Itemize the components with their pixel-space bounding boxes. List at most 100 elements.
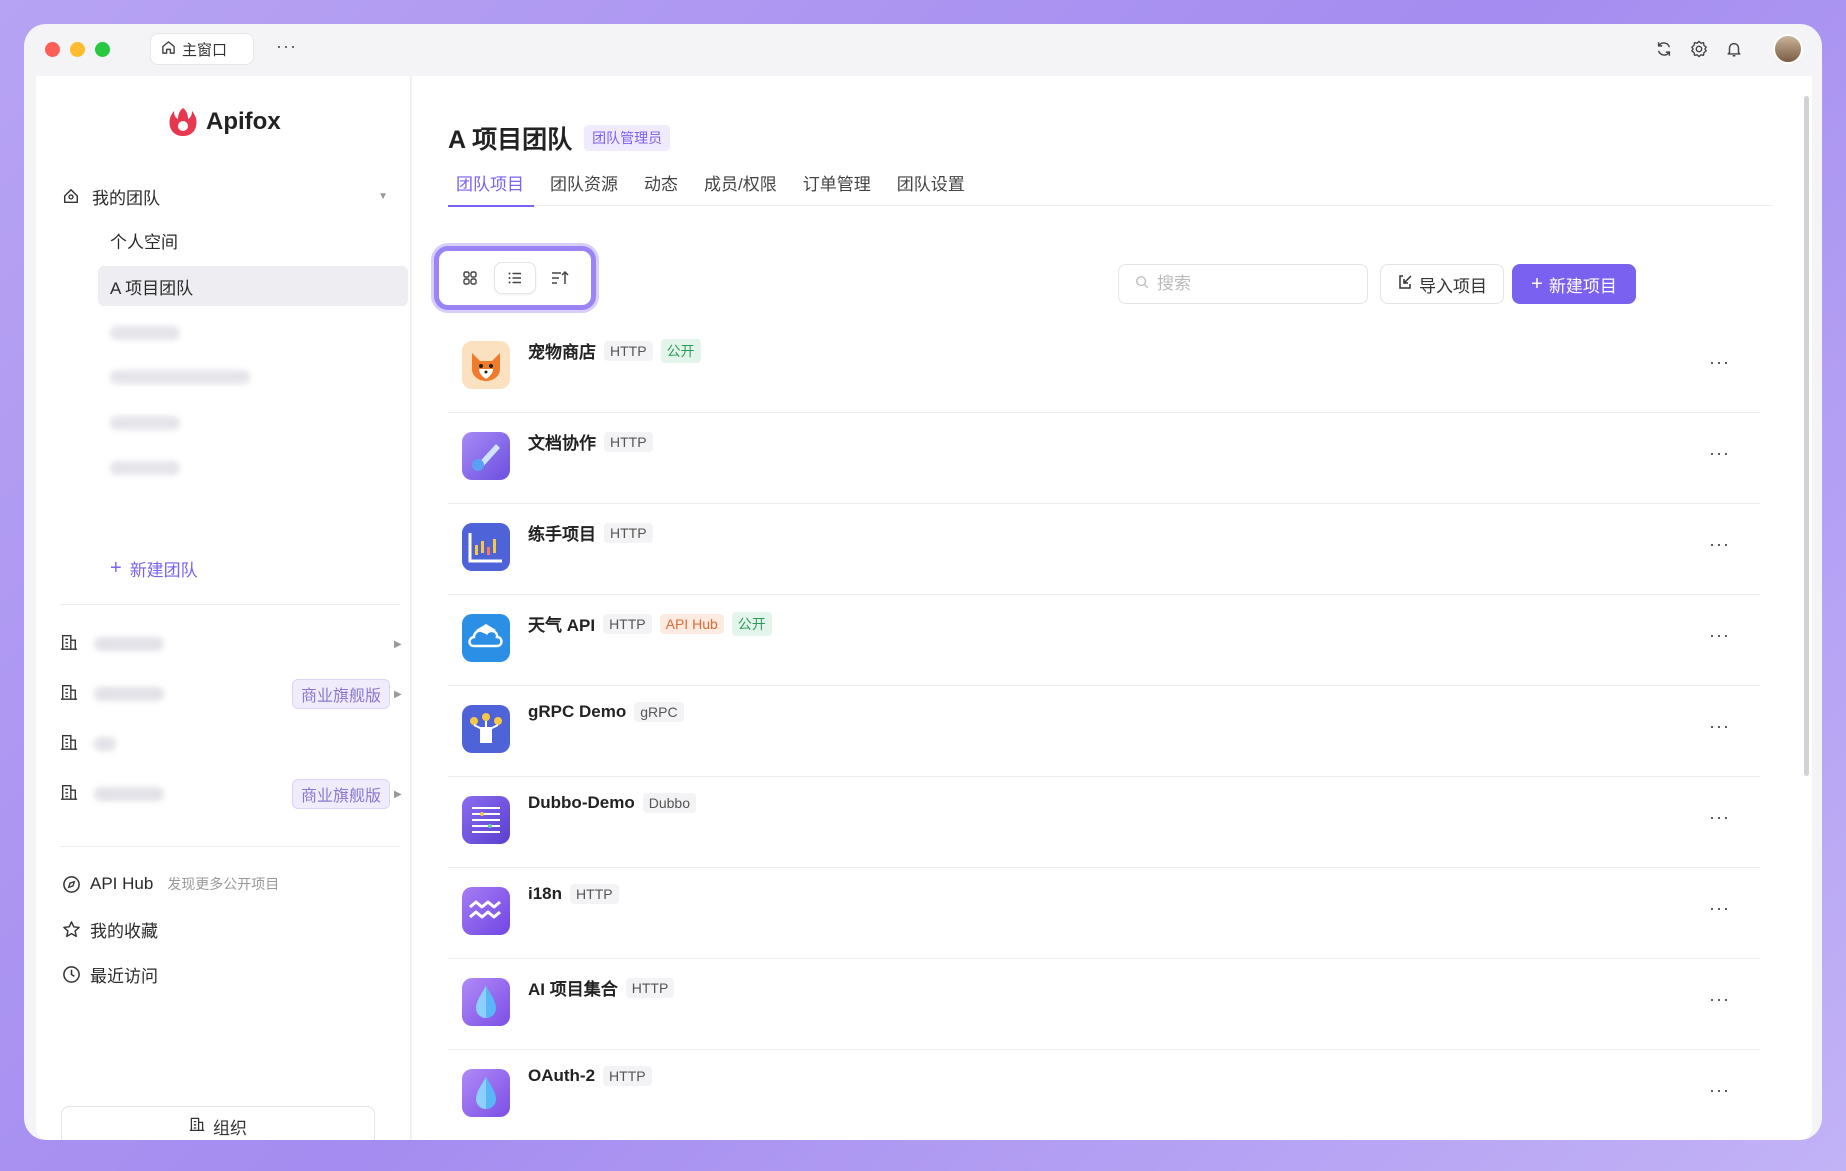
tab-team-settings[interactable]: 团队设置 [889, 166, 977, 206]
project-more-button[interactable]: ··· [1709, 898, 1730, 919]
user-avatar[interactable] [1773, 34, 1803, 64]
fox-project-icon [462, 341, 510, 389]
divider [60, 846, 400, 847]
blurred-team-item[interactable] [110, 416, 180, 430]
blurred-org-name [94, 687, 164, 701]
project-row[interactable]: 宠物商店 HTTP 公开 ··· [448, 322, 1760, 413]
org-plan-badge: 商业旗舰版 [292, 779, 391, 809]
project-row[interactable]: Dubbo-Demo Dubbo ··· [448, 777, 1760, 868]
project-name: OAuth-2 [528, 1066, 596, 1085]
wave-project-icon [462, 887, 510, 935]
view-toggle-group [434, 246, 596, 310]
chevron-down-icon[interactable]: ▼ [378, 191, 388, 202]
chevron-right-icon[interactable]: ▶ [394, 639, 402, 650]
new-project-button[interactable]: + 新建项目 [1512, 264, 1636, 304]
search-box[interactable] [1118, 264, 1368, 304]
project-more-button[interactable]: ··· [1709, 443, 1730, 464]
project-more-button[interactable]: ··· [1709, 807, 1730, 828]
protocol-tag: HTTP [603, 613, 652, 634]
main-window-tab[interactable]: 主窗口 [150, 33, 254, 65]
minimize-window-button[interactable] [70, 42, 85, 57]
chevron-right-icon[interactable]: ▶ [394, 689, 402, 700]
blurred-team-item[interactable] [110, 370, 250, 384]
import-icon [1397, 274, 1413, 295]
project-more-button[interactable]: ··· [1709, 625, 1730, 646]
project-name: 文档协作 [528, 434, 596, 453]
close-window-button[interactable] [45, 42, 60, 57]
my-team-row[interactable]: 我的团队 ▼ [60, 176, 396, 216]
org-row[interactable]: ▶ [60, 624, 402, 664]
logo-text: Apifox [206, 108, 281, 135]
vertical-scrollbar[interactable] [1804, 96, 1809, 776]
project-name: gRPC Demo [528, 702, 627, 721]
project-title: AI 项目集合 HTTP [528, 975, 675, 1000]
project-more-button[interactable]: ··· [1709, 352, 1730, 373]
favorites-link[interactable]: 我的收藏 [60, 909, 158, 949]
building-icon [189, 1116, 205, 1137]
refresh-icon[interactable] [1653, 38, 1675, 60]
project-title: 天气 API HTTP API Hub 公开 [528, 611, 772, 636]
search-input[interactable] [1157, 274, 1337, 294]
list-view-icon[interactable] [493, 262, 536, 294]
project-more-button[interactable]: ··· [1709, 989, 1730, 1010]
sort-icon[interactable] [539, 262, 581, 294]
protocol-tag: HTTP [625, 977, 675, 998]
sidebar-item-personal-space[interactable]: 个人空间 [98, 220, 398, 260]
project-more-button[interactable]: ··· [1709, 1080, 1730, 1101]
org-row[interactable] [60, 724, 400, 764]
project-more-button[interactable]: ··· [1709, 716, 1730, 737]
project-row[interactable]: OAuth-2 HTTP ··· [448, 1050, 1760, 1140]
role-badge: 团队管理员 [584, 125, 671, 151]
tab-activity[interactable]: 动态 [636, 166, 690, 206]
chevron-right-icon[interactable]: ▶ [394, 789, 402, 800]
chart-project-icon [462, 523, 510, 571]
project-row[interactable]: 天气 API HTTP API Hub 公开 ··· [448, 595, 1760, 686]
blurred-org-name [94, 637, 164, 651]
building-icon [60, 733, 78, 756]
project-title: 练手项目 HTTP [528, 520, 653, 545]
org-row[interactable]: 商业旗舰版 ▶ [60, 774, 402, 814]
new-team-button[interactable]: + 新建团队 [110, 556, 198, 581]
team-icon [60, 185, 82, 207]
protocol-tag: gRPC [634, 702, 684, 722]
tab-members-permissions[interactable]: 成员/权限 [696, 166, 789, 206]
grid-view-icon[interactable] [449, 262, 491, 294]
team-title: A 项目团队 [448, 126, 573, 154]
droplet-project-icon [462, 978, 510, 1026]
droplet-project-icon [462, 1069, 510, 1117]
project-row[interactable]: gRPC Demo gRPC ··· [448, 686, 1760, 777]
recent-link[interactable]: 最近访问 [60, 954, 158, 994]
project-name: AI 项目集合 [528, 980, 618, 999]
sidebar-item-a-project-team[interactable]: A 项目团队 [98, 266, 408, 306]
recent-label: 最近访问 [90, 966, 158, 986]
tab-team-projects[interactable]: 团队项目 [448, 166, 536, 207]
notification-bell-icon[interactable] [1723, 38, 1745, 60]
main-window-tab-label: 主窗口 [182, 41, 228, 59]
tab-order-management[interactable]: 订单管理 [795, 166, 883, 206]
tab-team-resources[interactable]: 团队资源 [542, 166, 630, 206]
divider [60, 604, 400, 605]
maximize-window-button[interactable] [95, 42, 110, 57]
project-row[interactable]: AI 项目集合 HTTP ··· [448, 959, 1760, 1050]
project-row[interactable]: 文档协作 HTTP ··· [448, 413, 1760, 504]
star-icon [60, 920, 82, 939]
blurred-team-item[interactable] [110, 326, 180, 340]
sidebar-item-label: A 项目团队 [110, 278, 194, 298]
api-hub-tag: API Hub [659, 613, 724, 634]
more-tabs-button[interactable]: ··· [276, 36, 297, 57]
project-row[interactable]: i18n HTTP ··· [448, 868, 1760, 959]
project-row[interactable]: 练手项目 HTTP ··· [448, 504, 1760, 595]
import-project-button[interactable]: 导入项目 [1380, 264, 1504, 304]
api-hub-label: API Hub [90, 874, 154, 893]
organization-button[interactable]: 组织 [61, 1106, 375, 1140]
settings-gear-icon[interactable] [1688, 38, 1710, 60]
org-row[interactable]: 商业旗舰版 ▶ [60, 674, 402, 714]
project-title: i18n HTTP [528, 884, 619, 904]
protocol-tag: HTTP [604, 431, 653, 452]
blurred-org-name [94, 737, 116, 751]
comet-project-icon [462, 432, 510, 480]
project-more-button[interactable]: ··· [1709, 534, 1730, 555]
sidebar-item-label: 个人空间 [110, 232, 178, 252]
blurred-team-item[interactable] [110, 461, 180, 475]
api-hub-link[interactable]: API Hub 发现更多公开项目 [60, 864, 279, 904]
